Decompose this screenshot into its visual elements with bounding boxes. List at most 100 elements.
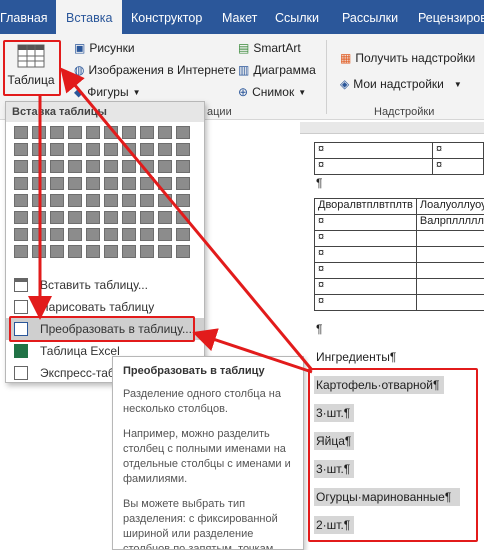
grid-cell[interactable] [14, 245, 28, 258]
grid-cell[interactable] [176, 160, 190, 173]
grid-cell[interactable] [14, 228, 28, 241]
grid-cell[interactable] [158, 160, 172, 173]
grid-cell[interactable] [176, 126, 190, 139]
grid-cell[interactable] [158, 194, 172, 207]
grid-cell[interactable] [32, 194, 46, 207]
smartart-button[interactable]: ▤ SmartArt [238, 41, 301, 55]
grid-cell[interactable] [14, 211, 28, 224]
online-images-button[interactable]: ◍ Изображения в Интернете [74, 63, 236, 77]
table-cell[interactable]: Дворалвтплвтплтв [314, 198, 417, 215]
grid-cell[interactable] [86, 160, 100, 173]
table-1[interactable]: ¤ ¤ ¤ ¤ [314, 142, 484, 175]
pictures-button[interactable]: ▣ Рисунки [74, 41, 135, 55]
grid-cell[interactable] [158, 126, 172, 139]
grid-cell[interactable] [140, 177, 154, 190]
grid-cell[interactable] [50, 177, 64, 190]
grid-cell[interactable] [122, 211, 136, 224]
grid-cell[interactable] [122, 228, 136, 241]
grid-cell[interactable] [140, 211, 154, 224]
grid-cell[interactable] [86, 194, 100, 207]
grid-cell[interactable] [14, 143, 28, 156]
table-cell[interactable]: ¤ [314, 278, 417, 295]
insert-table-item[interactable]: Вставить таблицу... [6, 274, 204, 296]
grid-cell[interactable] [158, 211, 172, 224]
grid-cell[interactable] [176, 211, 190, 224]
table-cell[interactable]: ¤ [314, 142, 433, 159]
tab-insert[interactable]: Вставка [56, 0, 123, 34]
table-cell[interactable]: ¤ [314, 230, 417, 247]
grid-cell[interactable] [140, 194, 154, 207]
grid-cell[interactable] [68, 126, 82, 139]
grid-cell[interactable] [140, 126, 154, 139]
grid-cell[interactable] [122, 245, 136, 258]
grid-cell[interactable] [86, 245, 100, 258]
grid-cell[interactable] [140, 245, 154, 258]
grid-cell[interactable] [176, 143, 190, 156]
screenshot-button[interactable]: ⊕ Снимок ▼ [238, 85, 306, 99]
grid-cell[interactable] [32, 126, 46, 139]
tab-layout[interactable]: Макет [222, 0, 257, 34]
table-cell[interactable]: ¤ [314, 262, 417, 279]
grid-cell[interactable] [158, 245, 172, 258]
grid-cell[interactable] [122, 194, 136, 207]
table-2[interactable]: Дворалвтплвтплтв Лоалуоллуоу ¤ Валрпллллл … [314, 198, 484, 311]
tab-mailings[interactable]: Рассылки [342, 0, 398, 34]
grid-cell[interactable] [122, 143, 136, 156]
grid-cell[interactable] [50, 228, 64, 241]
grid-cell[interactable] [86, 143, 100, 156]
grid-cell[interactable] [50, 194, 64, 207]
table-cell[interactable]: ¤ [432, 142, 484, 159]
grid-cell[interactable] [158, 177, 172, 190]
grid-cell[interactable] [122, 177, 136, 190]
table-cell[interactable] [415, 294, 484, 311]
grid-cell[interactable] [68, 228, 82, 241]
draw-table-item[interactable]: Нарисовать таблицу [6, 296, 204, 318]
table-cell[interactable]: Лоалуоллуоу [415, 198, 484, 215]
grid-cell[interactable] [68, 194, 82, 207]
get-addins-button[interactable]: ▦ Получить надстройки [340, 51, 475, 65]
table-cell[interactable]: ¤ [314, 246, 417, 263]
grid-cell[interactable] [68, 160, 82, 173]
grid-cell[interactable] [68, 177, 82, 190]
grid-cell[interactable] [68, 143, 82, 156]
grid-cell[interactable] [86, 177, 100, 190]
table-cell[interactable] [415, 278, 484, 295]
grid-cell[interactable] [50, 126, 64, 139]
grid-cell[interactable] [86, 228, 100, 241]
chart-button[interactable]: ▥ Диаграмма [238, 63, 316, 77]
grid-cell[interactable] [104, 143, 118, 156]
grid-cell[interactable] [86, 211, 100, 224]
grid-cell[interactable] [14, 177, 28, 190]
grid-cell[interactable] [14, 160, 28, 173]
grid-cell[interactable] [176, 228, 190, 241]
tab-home[interactable]: Главная [0, 0, 48, 34]
shapes-button[interactable]: ◆ Фигуры ▼ [74, 85, 141, 99]
grid-cell[interactable] [122, 160, 136, 173]
grid-cell[interactable] [104, 211, 118, 224]
grid-cell[interactable] [104, 194, 118, 207]
table-cell[interactable] [415, 246, 484, 263]
grid-cell[interactable] [68, 245, 82, 258]
grid-cell[interactable] [32, 143, 46, 156]
grid-cell[interactable] [32, 245, 46, 258]
grid-cell[interactable] [158, 228, 172, 241]
table-cell[interactable]: ¤ [432, 158, 484, 175]
table-cell[interactable]: ¤ [314, 294, 417, 311]
my-addins-button[interactable]: ◈ Мои надстройки ▼ [340, 77, 462, 91]
grid-cell[interactable] [176, 177, 190, 190]
grid-cell[interactable] [32, 211, 46, 224]
grid-cell[interactable] [14, 126, 28, 139]
grid-cell[interactable] [50, 143, 64, 156]
tab-references[interactable]: Ссылки [275, 0, 319, 34]
tab-design[interactable]: Конструктор [131, 0, 202, 34]
grid-cell[interactable] [32, 177, 46, 190]
grid-cell[interactable] [50, 211, 64, 224]
grid-cell[interactable] [104, 245, 118, 258]
table-cell[interactable]: ¤ [314, 214, 417, 231]
grid-cell[interactable] [104, 228, 118, 241]
table-cell[interactable]: Валрпллллл [415, 214, 484, 231]
grid-cell[interactable] [32, 160, 46, 173]
table-cell[interactable] [415, 262, 484, 279]
grid-cell[interactable] [140, 228, 154, 241]
grid-cell[interactable] [86, 126, 100, 139]
